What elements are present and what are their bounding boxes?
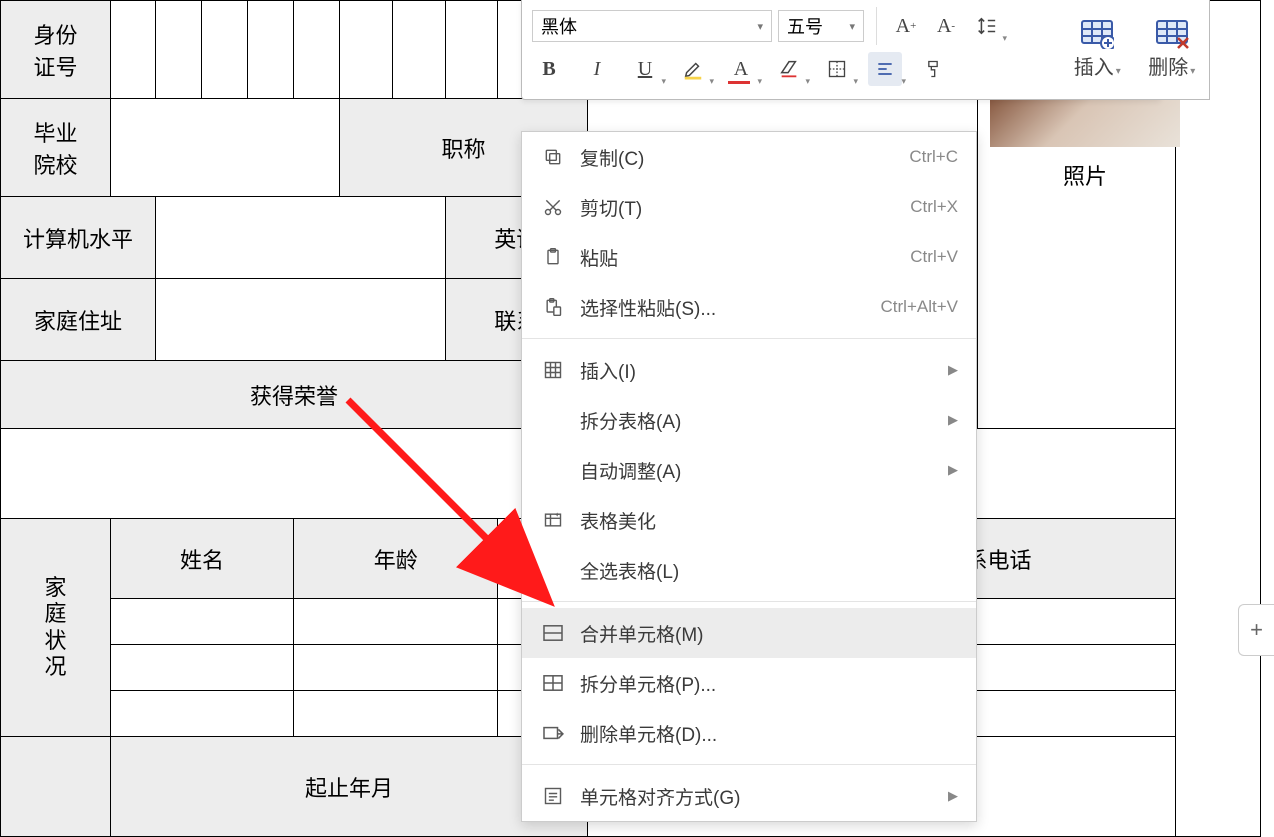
split-cells-icon <box>540 670 566 696</box>
context-menu: 复制(C) Ctrl+C 剪切(T) Ctrl+X 粘贴 Ctrl+V 选择性粘… <box>521 131 977 822</box>
border-button[interactable]: ▾ <box>820 52 854 86</box>
menu-split-cells[interactable]: 拆分单元格(P)... <box>522 658 976 708</box>
submenu-arrow-icon: ▶ <box>948 462 958 478</box>
font-size-combo[interactable]: 五号 ▾ <box>778 10 864 42</box>
submenu-arrow-icon: ▶ <box>948 788 958 804</box>
font-size-value: 五号 <box>787 13 823 39</box>
cut-icon <box>540 194 566 220</box>
bold-button[interactable]: B <box>532 52 566 86</box>
label-id-number: 身份证号 <box>1 1 111 99</box>
menu-cell-align[interactable]: 单元格对齐方式(G) ▶ <box>522 771 976 821</box>
paste-icon <box>540 244 566 270</box>
menu-select-all[interactable]: 全选表格(L) <box>522 545 976 595</box>
label-name: 姓名 <box>111 519 294 599</box>
label-years: 起止年月 <box>111 737 588 837</box>
beautify-icon <box>540 507 566 533</box>
submenu-arrow-icon: ▶ <box>948 412 958 428</box>
line-spacing-button[interactable]: ▾ <box>969 9 1003 43</box>
menu-delete-cells[interactable]: 删除单元格(D)... <box>522 708 976 758</box>
font-name-combo[interactable]: 黑体 ▾ <box>532 10 772 42</box>
menu-paste[interactable]: 粘贴 Ctrl+V <box>522 232 976 282</box>
merge-cells-icon <box>540 620 566 646</box>
label-computer-level: 计算机水平 <box>1 197 156 279</box>
submenu-arrow-icon: ▶ <box>948 362 958 378</box>
align-icon <box>540 783 566 809</box>
menu-merge-cells[interactable]: 合并单元格(M) <box>522 608 976 658</box>
photo-caption: 照片 <box>990 147 1180 203</box>
caret-icon: ▾ <box>757 20 763 33</box>
caret-icon: ▾ <box>849 20 855 33</box>
menu-beautify[interactable]: 表格美化 <box>522 495 976 545</box>
insert-table-button[interactable]: 插入▾ <box>1068 10 1126 90</box>
clear-format-button[interactable]: ▾ <box>772 52 806 86</box>
align-button[interactable]: ▾ <box>868 52 902 86</box>
highlight-button[interactable]: ▾ <box>676 52 710 86</box>
format-painter-button[interactable] <box>916 52 950 86</box>
label-family-status: 家 庭 状 况 <box>1 519 111 737</box>
menu-auto-fit[interactable]: 自动调整(A) ▶ <box>522 445 976 495</box>
font-color-button[interactable]: A ▾ <box>724 52 758 86</box>
decrease-font-button[interactable]: A- <box>929 9 963 43</box>
increase-font-button[interactable]: A+ <box>889 9 923 43</box>
menu-split-table[interactable]: 拆分表格(A) ▶ <box>522 395 976 445</box>
label-home-address: 家庭住址 <box>1 279 156 361</box>
menu-paste-special[interactable]: 选择性粘贴(S)... Ctrl+Alt+V <box>522 282 976 332</box>
font-name-value: 黑体 <box>541 13 577 39</box>
delete-cells-icon <box>540 720 566 746</box>
side-expand-button[interactable]: + <box>1238 604 1274 656</box>
paste-special-icon <box>540 294 566 320</box>
underline-button[interactable]: U▾ <box>628 52 662 86</box>
label-honors: 获得荣誉 <box>1 361 588 429</box>
delete-table-button[interactable]: 删除▾ <box>1143 10 1201 90</box>
copy-icon <box>540 144 566 170</box>
table-toolbar-right: 插入▾ 删除▾ <box>1060 0 1210 100</box>
label-age: 年龄 <box>294 519 498 599</box>
menu-cut[interactable]: 剪切(T) Ctrl+X <box>522 182 976 232</box>
label-grad-school: 毕业院校 <box>1 99 111 197</box>
italic-button[interactable]: I <box>580 52 614 86</box>
menu-copy[interactable]: 复制(C) Ctrl+C <box>522 132 976 182</box>
insert-icon <box>540 357 566 383</box>
menu-insert[interactable]: 插入(I) ▶ <box>522 345 976 395</box>
